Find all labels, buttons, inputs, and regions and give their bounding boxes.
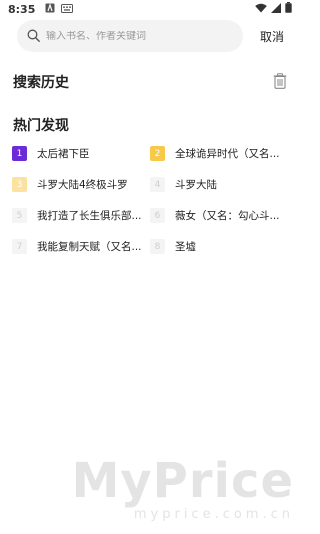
- search-box[interactable]: [17, 20, 243, 52]
- search-history-title: 搜索历史: [13, 75, 69, 91]
- wifi-icon: [255, 3, 267, 16]
- rank-badge: 3: [12, 177, 27, 192]
- cancel-button[interactable]: 取消: [260, 28, 284, 45]
- trash-icon[interactable]: [273, 73, 287, 93]
- status-time: 8:35: [8, 2, 36, 16]
- watermark: MyPrice myprice.com.cn: [72, 457, 294, 522]
- hot-item[interactable]: 3 斗罗大陆4终极斗罗: [12, 175, 150, 194]
- status-bar: 8:35: [0, 0, 300, 18]
- search-input[interactable]: [46, 30, 226, 42]
- hot-item[interactable]: 2 全球诡异时代（又名...: [150, 144, 288, 163]
- rank-badge: 8: [150, 239, 165, 254]
- watermark-logo: MyPrice: [71, 453, 294, 509]
- hot-item-title: 斗罗大陆: [175, 179, 217, 191]
- hot-discoveries-title: 热门发现: [13, 118, 69, 134]
- hot-item[interactable]: 4 斗罗大陆: [150, 175, 288, 194]
- hot-item[interactable]: 1 太后裙下臣: [12, 144, 150, 163]
- search-icon: [27, 27, 40, 46]
- hot-list: 1 太后裙下臣 2 全球诡异时代（又名... 3 斗罗大陆4终极斗罗 4 斗罗大…: [12, 144, 292, 256]
- hot-item-title: 全球诡异时代（又名...: [175, 148, 280, 160]
- rank-badge: 1: [12, 146, 27, 161]
- battery-icon: [285, 2, 292, 16]
- watermark-url: myprice.com.cn: [133, 507, 294, 522]
- notification-a-icon: [45, 2, 55, 16]
- hot-item-title: 太后裙下臣: [37, 148, 90, 160]
- rank-badge: 6: [150, 208, 165, 223]
- hot-item-title: 斗罗大陆4终极斗罗: [37, 179, 128, 191]
- hot-item-title: 圣墟: [175, 241, 196, 253]
- rank-badge: 5: [12, 208, 27, 223]
- hot-item-title: 我打造了长生俱乐部...: [37, 210, 142, 222]
- hot-item-title: 薇女（又名：勾心斗...: [175, 210, 280, 222]
- hot-item[interactable]: 6 薇女（又名：勾心斗...: [150, 206, 288, 225]
- keyboard-icon: [61, 3, 74, 16]
- hot-item[interactable]: 8 圣墟: [150, 237, 288, 256]
- rank-badge: 4: [150, 177, 165, 192]
- rank-badge: 7: [12, 239, 27, 254]
- rank-badge: 2: [150, 146, 165, 161]
- signal-icon: [271, 2, 281, 16]
- search-row: 取消: [17, 20, 293, 52]
- hot-item[interactable]: 7 我能复制天赋（又名...: [12, 237, 150, 256]
- hot-item-title: 我能复制天赋（又名...: [37, 241, 142, 253]
- hot-item[interactable]: 5 我打造了长生俱乐部...: [12, 206, 150, 225]
